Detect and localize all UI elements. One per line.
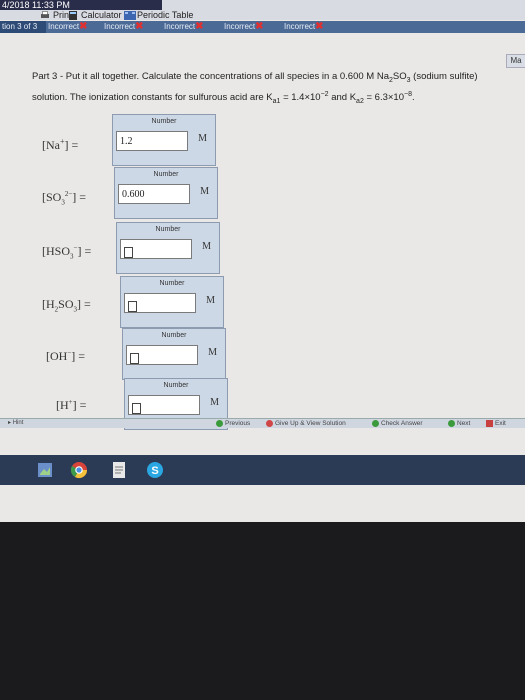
- hint-button[interactable]: ▸ Hint: [0, 419, 23, 428]
- unit-label: M: [200, 186, 209, 197]
- hso3-concentration-input[interactable]: [120, 239, 192, 259]
- svg-text:S: S: [151, 465, 158, 477]
- number-label: Number: [159, 280, 185, 287]
- number-field-oh: Number M: [122, 328, 226, 380]
- check-answer-button[interactable]: Check Answer: [372, 419, 423, 428]
- number-label: Number: [155, 226, 181, 233]
- tab-attempt-1-label: Incorrect: [48, 22, 80, 31]
- tab-attempt-2[interactable]: Incorrect✖: [104, 21, 145, 33]
- incorrect-x-icon: ✖: [195, 20, 204, 32]
- tab-attempt-4-label: Incorrect: [224, 22, 256, 31]
- incorrect-x-icon: ✖: [135, 20, 144, 32]
- tab-attempt-3-label: Incorrect: [164, 22, 196, 31]
- docs-icon[interactable]: [110, 461, 128, 479]
- unit-label: M: [208, 347, 217, 358]
- number-label: Number: [153, 171, 179, 178]
- tab-attempt-5-label: Incorrect: [284, 22, 316, 31]
- app-launcher-icon[interactable]: [36, 461, 54, 479]
- calculator-icon: [68, 10, 78, 20]
- number-field-h2so3: Number M: [120, 276, 224, 328]
- chrome-icon[interactable]: [70, 461, 88, 479]
- number-label: Number: [161, 332, 187, 339]
- question-counter: tion 3 of 3: [0, 21, 46, 33]
- periodic-table-button[interactable]: Periodic Table: [124, 10, 193, 20]
- tab-attempt-3[interactable]: Incorrect✖: [164, 21, 205, 33]
- unit-label: M: [198, 133, 207, 144]
- unit-label: M: [210, 397, 219, 408]
- periodic-table-icon: [124, 10, 136, 20]
- species-hso3: [HSO3−] =: [42, 244, 92, 261]
- species-oh: [OH−] =: [46, 349, 86, 363]
- number-label: Number: [151, 118, 177, 125]
- bottom-bar: ▸ Hint Previous Give Up & View Solution …: [0, 418, 525, 428]
- tab-attempt-2-label: Incorrect: [104, 22, 136, 31]
- unit-label: M: [206, 295, 215, 306]
- h-concentration-input[interactable]: [128, 395, 200, 415]
- h2so3-concentration-input[interactable]: [124, 293, 196, 313]
- question-text: Part 3 - Put it all together. Calculate …: [32, 71, 478, 105]
- next-icon: [448, 420, 455, 427]
- incorrect-x-icon: ✖: [79, 20, 88, 32]
- exit-button[interactable]: Exit: [486, 419, 506, 428]
- taskbar: S: [0, 455, 525, 485]
- clock: 4/2018 11:33 PM: [0, 0, 162, 10]
- calculator-button[interactable]: Calculator: [68, 10, 122, 20]
- give-up-button[interactable]: Give Up & View Solution: [266, 419, 346, 428]
- give-up-icon: [266, 420, 273, 427]
- tab-attempt-4[interactable]: Incorrect✖: [224, 21, 265, 33]
- calculator-label: Calculator: [81, 10, 122, 20]
- check-icon: [372, 420, 379, 427]
- number-field-hso3: Number M: [116, 222, 220, 274]
- tab-attempt-1[interactable]: Incorrect✖: [48, 21, 89, 33]
- tab-attempt-5[interactable]: Incorrect✖: [284, 21, 325, 33]
- unit-label: M: [202, 241, 211, 252]
- empty-input-icon: [132, 402, 141, 414]
- more-button[interactable]: Ma: [506, 54, 525, 68]
- number-field-na: Number 1.2 M: [112, 114, 216, 166]
- species-h2so3: [H2SO3] =: [42, 297, 91, 314]
- print-button[interactable]: Print: [40, 10, 72, 20]
- na-concentration-input[interactable]: 1.2: [116, 131, 188, 151]
- number-label: Number: [163, 382, 189, 389]
- periodic-table-label: Periodic Table: [137, 10, 194, 20]
- previous-icon: [216, 420, 223, 427]
- empty-input-icon: [130, 352, 139, 364]
- number-field-so3: Number 0.600 M: [114, 167, 218, 219]
- attempt-tabs: tion 3 of 3 Incorrect✖ Incorrect✖ Incorr…: [0, 21, 525, 33]
- species-na: [Na+] =: [42, 137, 79, 152]
- empty-input-icon: [124, 246, 133, 258]
- previous-button[interactable]: Previous: [216, 419, 250, 428]
- skype-icon[interactable]: S: [146, 461, 164, 479]
- oh-concentration-input[interactable]: [126, 345, 198, 365]
- screen: 4/2018 11:33 PM Print Calculator Periodi…: [0, 0, 525, 522]
- incorrect-x-icon: ✖: [315, 20, 324, 32]
- empty-input-icon: [128, 300, 137, 312]
- top-bar: 4/2018 11:33 PM Print Calculator Periodi…: [0, 0, 525, 20]
- species-so3: [SO32−] =: [42, 190, 87, 207]
- next-button[interactable]: Next: [448, 419, 470, 428]
- exit-icon: [486, 420, 493, 427]
- so3-concentration-input[interactable]: 0.600: [118, 184, 190, 204]
- species-h: [H+] =: [56, 398, 87, 412]
- incorrect-x-icon: ✖: [255, 20, 264, 32]
- print-icon: [40, 10, 50, 20]
